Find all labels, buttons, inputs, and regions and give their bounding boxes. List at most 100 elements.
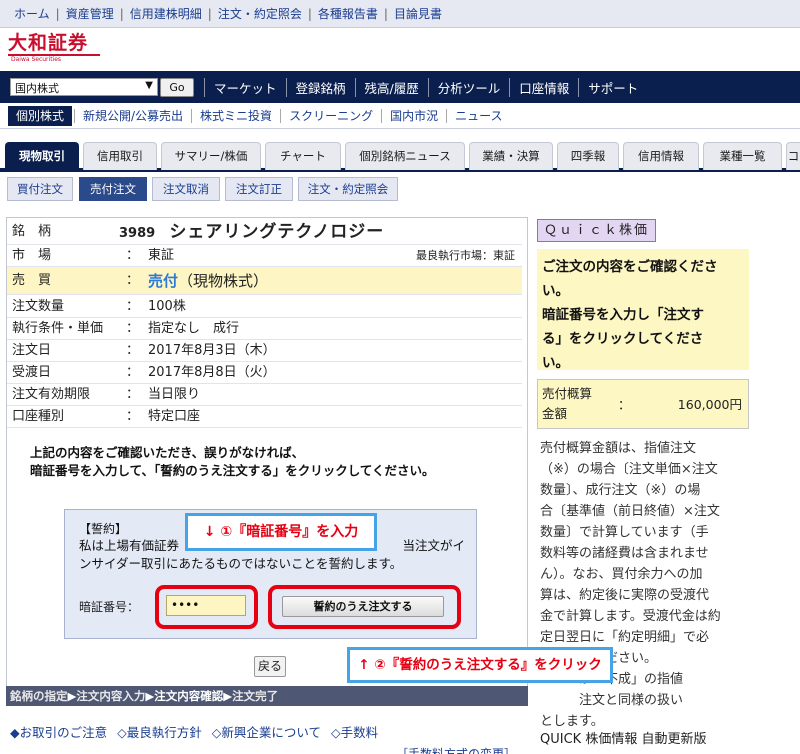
footer-links: ◆お取引のご注意 ◇最良執行方針 ◇新興企業について ◇手数料 [10, 722, 384, 741]
market-value: 東証 [148, 248, 175, 263]
pin-label: 暗証番号： [79, 600, 140, 614]
subnav-screening[interactable]: スクリーニング [280, 109, 381, 123]
footer-link-emerging[interactable]: ◇新興企業について [212, 725, 321, 740]
best-execution-market: 最良執行市場：東証 [416, 249, 515, 262]
condition-value: 指定なし 成行 [148, 321, 240, 336]
row-condition-price: 執行条件・単価 ： 指定なし 成行 [7, 318, 522, 340]
nav-support[interactable]: サポート [578, 77, 647, 97]
footer-link-fees[interactable]: ◇手数料 [331, 725, 378, 740]
subnav-ipo[interactable]: 新規公開/公募売出 [74, 109, 191, 123]
pledge-title: 【誓約】 [79, 522, 128, 536]
estimate-label: 売付概算 [542, 386, 593, 401]
back-button[interactable]: 戻る [254, 656, 286, 677]
tab-stock-news[interactable]: 個別銘柄ニュース [345, 142, 465, 170]
confirm-instructions: 上記の内容をご確認いただき、誤りがなければ、 暗証番号を入力して、「誓約のうえ注… [30, 445, 435, 478]
quick-price-button[interactable]: Ｑｕｉｃｋ株価 [537, 219, 656, 242]
quick-price-footer[interactable]: QUICK 株価情報 自動更新版 [540, 728, 706, 747]
order-date-value: 2017年8月3日（木） [148, 343, 276, 358]
chevron-down-icon: ▼ [145, 80, 153, 91]
nav-watchlist[interactable]: 登録銘柄 [285, 77, 355, 97]
subnav-mini-stock[interactable]: 株式ミニ投資 [191, 109, 280, 123]
tab-shikiho[interactable]: 四季報 [557, 142, 619, 170]
tab-earnings[interactable]: 業績・決算 [469, 142, 553, 170]
stock-label: 銘 柄 [12, 224, 52, 239]
step-arrow-icon: ▶ [223, 689, 233, 703]
tab-cash-trading[interactable]: 現物取引 [5, 142, 79, 170]
step-input-order: 注文内容入力 [76, 689, 146, 703]
row-order-date: 注文日 ： 2017年8月3日（木） [7, 340, 522, 362]
row-quantity: 注文数量 ： 100株 [7, 296, 522, 318]
sub-nav: 新規公開/公募売出 株式ミニ投資 スクリーニング 国内市況 ニュース [74, 103, 511, 129]
toplink-margin-positions[interactable]: 信用建株明細 [124, 5, 208, 22]
step-arrow-icon: ▶ [145, 689, 155, 703]
tab-margin-info[interactable]: 信用情報 [623, 142, 699, 170]
subnav-individual-stocks[interactable]: 個別株式 [8, 106, 72, 126]
market-label: 市 場 [12, 248, 52, 263]
toplink-reports[interactable]: 各種報告書 [312, 5, 384, 22]
toplink-home[interactable]: ホーム [8, 5, 56, 22]
toplink-assets[interactable]: 資産管理 [60, 5, 120, 22]
go-button[interactable]: Go [160, 78, 194, 97]
fee-method-change-link[interactable]: ［手数料方式の変更］ [396, 745, 516, 754]
tab-chart[interactable]: チャート [265, 142, 341, 170]
submit-highlight-frame [268, 585, 461, 629]
nav-analysis-tools[interactable]: 分析ツール [427, 77, 510, 97]
daiwa-logo[interactable]: 大和証券 Daiwa Securities [8, 33, 106, 63]
trade-label: 売 買 [12, 273, 52, 288]
subnav-domestic-market[interactable]: 国内市況 [381, 109, 446, 123]
progress-steps: 銘柄の指定▶注文内容入力▶注文内容確認▶注文完了 [6, 686, 528, 706]
tab-more[interactable]: コ [786, 142, 800, 170]
top-link-bar: ホーム | 資産管理 | 信用建株明細 | 注文・約定照会 | 各種報告書 | 目論見書 [0, 0, 800, 28]
toplink-prospectus[interactable]: 目論見書 [388, 5, 448, 22]
row-expiry: 注文有効期限 ： 当日限り [7, 384, 522, 406]
pin-highlight-frame [155, 585, 258, 629]
tab-summary-price[interactable]: サマリー/株価 [161, 142, 261, 170]
account-type-label: 口座種別 [12, 409, 65, 424]
trade-kind: 売付 [148, 272, 179, 290]
step2-annotation: ↑ ②『誓約のうえ注文する』をクリック [347, 647, 613, 683]
sell-order-button[interactable]: 売付注文 [79, 177, 147, 201]
footer-link-caution[interactable]: ◆お取引のご注意 [10, 725, 107, 740]
estimate-value: 160,000円 [677, 397, 742, 412]
expiry-value: 当日限り [148, 387, 201, 402]
trade-detail: （現物株式） [178, 272, 269, 290]
main-nav: マーケット 登録銘柄 残高/履歴 分析ツール 口座情報 サポート [204, 71, 647, 103]
step1-annotation: ↓ ①『暗証番号』を入力 [185, 513, 377, 551]
condition-label: 執行条件・単価 [12, 321, 104, 336]
tab-industry-list[interactable]: 業種一覧 [703, 142, 782, 170]
account-type-value: 特定口座 [148, 409, 201, 424]
row-stock: 銘 柄 3989 シェアリングテクノロジー [7, 219, 522, 245]
order-date-label: 注文日 [12, 343, 52, 358]
expiry-label: 注文有効期限 [12, 387, 91, 402]
settlement-date-label: 受渡日 [12, 365, 52, 380]
footer-link-best-execution[interactable]: ◇最良執行方針 [117, 725, 202, 740]
tab-margin-trading[interactable]: 信用取引 [83, 142, 157, 170]
estimate-description: 売付概算金額は、指値注文 （※）の場合〔注文単価×注文 数量〕、成行注文（※）の… [540, 441, 721, 729]
step-confirm-order: 注文内容確認 [154, 689, 224, 703]
subnav-news[interactable]: ニュース [446, 109, 510, 123]
step-order-complete: 注文完了 [232, 689, 279, 703]
logo-subtext: Daiwa Securities [8, 54, 100, 63]
cancel-order-button[interactable]: 注文取消 [152, 177, 220, 201]
order-inquiry-button[interactable]: 注文・約定照会 [298, 177, 398, 201]
nav-account-info[interactable]: 口座情報 [509, 77, 578, 97]
row-market: 市 場 ： 東証 最良執行市場：東証 [7, 245, 522, 267]
nav-market[interactable]: マーケット [204, 77, 286, 97]
row-trade-type: 売 買 ： 売付（現物株式） [7, 267, 522, 295]
step-select-stock: 銘柄の指定 [10, 689, 68, 703]
toplink-order-inquiry[interactable]: 注文・約定照会 [212, 5, 308, 22]
stock-name: シェアリングテクノロジー [169, 222, 385, 242]
logo-text: 大和証券 [8, 32, 89, 54]
stock-code: 3989 [119, 226, 156, 241]
quantity-label: 注文数量 [12, 299, 65, 314]
buy-order-button[interactable]: 買付注文 [7, 177, 73, 201]
modify-order-button[interactable]: 注文訂正 [225, 177, 293, 201]
row-settlement-date: 受渡日 ： 2017年8月8日（火） [7, 362, 522, 384]
order-notice: ご注文の内容をご確認くださ い。 暗証番号を入力し「注文す る」をクリックしてく… [537, 249, 749, 371]
product-select[interactable]: 国内株式 ▼ [10, 78, 158, 96]
nav-balance-history[interactable]: 残高/履歴 [354, 77, 428, 97]
settlement-date-value: 2017年8月8日（火） [148, 365, 276, 380]
quantity-value: 100株 [148, 299, 186, 314]
row-account-type: 口座種別 ： 特定口座 [7, 406, 522, 428]
product-select-value: 国内株式 [15, 82, 59, 95]
